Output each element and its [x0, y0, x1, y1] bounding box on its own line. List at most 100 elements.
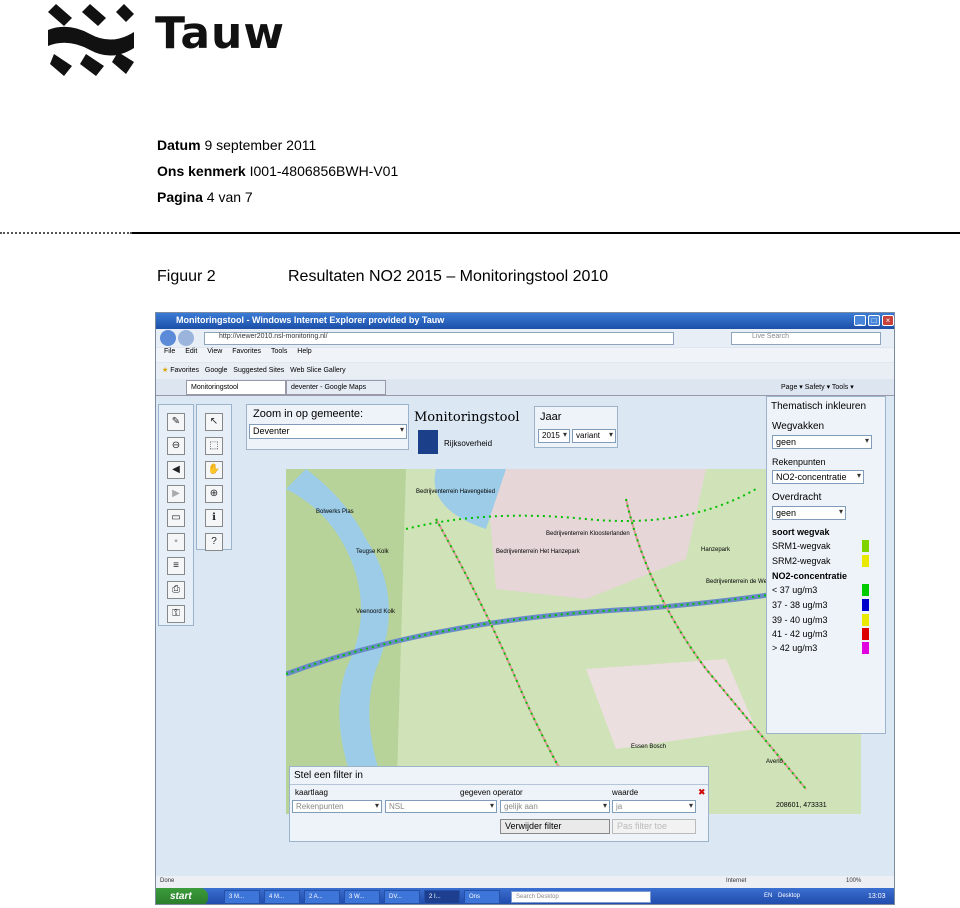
cmd-tools[interactable]: Tools — [832, 384, 848, 391]
zoom-level[interactable]: 100% — [846, 878, 861, 884]
legend-panel: Thematisch inkleuren Wegvakken geen Reke… — [766, 396, 886, 734]
gegeven-select[interactable]: NSL — [385, 800, 497, 813]
task-item-2[interactable]: 4 M... — [264, 890, 300, 904]
conc-2-swatch — [862, 599, 869, 611]
legend-title: Thematisch inkleuren — [771, 401, 867, 412]
lock-icon[interactable]: ⚿ — [167, 605, 185, 623]
zoom-in-icon[interactable]: ⊕ — [205, 485, 223, 503]
col-waarde: waarde — [612, 788, 639, 797]
help-icon[interactable]: ? — [205, 533, 223, 551]
apply-filter-button[interactable]: Pas filter toe — [612, 819, 696, 834]
figure-label: Figuur 2 — [157, 268, 216, 285]
task-item-7[interactable]: Ons — [464, 890, 500, 904]
back-icon[interactable] — [160, 330, 176, 346]
task-item-6[interactable]: 2 I... — [424, 890, 460, 904]
back-arrow-icon[interactable]: ◀ — [167, 461, 185, 479]
star-icon: ★ — [162, 367, 169, 374]
page-content: ✎ ⊖ ◀ ▶ ▭ ▪ ≡ ⎙ ⚿ ↖ ⬚ ✋ ⊕ ℹ ? Zoom in op… — [156, 396, 894, 876]
map-label-havengebied: Bedrijventerrein Havengebied — [416, 489, 496, 495]
conc-label: NO2-concentratie — [772, 571, 848, 581]
pan-hand-icon[interactable]: ✋ — [205, 461, 223, 479]
cmd-page[interactable]: Page — [781, 384, 797, 391]
waarde-select[interactable]: ja — [612, 800, 696, 813]
kenmerk-line: Ons kenmerk I001-4806856BWH-V01 — [157, 163, 399, 179]
task-item-4[interactable]: 3 W... — [344, 890, 380, 904]
favorites-bar: ★ Favorites Google Suggested Sites Web S… — [156, 363, 894, 379]
edit-icon[interactable]: ✎ — [167, 413, 185, 431]
search-input[interactable]: Live Search — [731, 332, 881, 345]
cmd-safety[interactable]: Safety — [805, 384, 825, 391]
variant-select[interactable]: variant — [572, 429, 616, 443]
minimize-button[interactable]: _ — [854, 315, 866, 326]
select-box-icon[interactable]: ⬚ — [205, 437, 223, 455]
page-icon[interactable]: ▭ — [167, 509, 185, 527]
col-operator: gegeven operator — [460, 788, 523, 797]
status-text: Done — [160, 878, 175, 884]
rekenpunten-select[interactable]: NO2-concentratie — [772, 470, 864, 484]
conc-3-swatch — [862, 614, 869, 626]
status-zone: Internet — [726, 878, 747, 884]
jaar-label: Jaar — [540, 411, 562, 423]
language-indicator[interactable]: EN — [764, 893, 772, 899]
menu-tools[interactable]: Tools — [271, 348, 287, 355]
forward-icon[interactable] — [178, 330, 194, 346]
menu-help[interactable]: Help — [297, 348, 311, 355]
address-input[interactable]: http://viewer2010.nsl-monitoring.nl/ — [204, 332, 674, 345]
datum-line: Datum 9 september 2011 — [157, 137, 317, 153]
filter-panel: Stel een filter in kaartlaag gegeven ope… — [289, 766, 709, 842]
menu-bar: File Edit View Favorites Tools Help — [156, 348, 894, 362]
menu-edit[interactable]: Edit — [185, 348, 197, 355]
task-item-3[interactable]: 2 A... — [304, 890, 340, 904]
rekenpunten-label: Rekenpunten — [772, 457, 826, 467]
srm1-swatch — [862, 540, 869, 552]
remove-row-icon[interactable]: ✖ — [698, 787, 706, 798]
menu-file[interactable]: File — [164, 348, 175, 355]
conc-4-label: 41 - 42 ug/m3 — [772, 629, 828, 639]
gemeente-select[interactable]: Deventer — [249, 424, 407, 439]
fav-google[interactable]: Google — [205, 367, 228, 374]
kaartlaag-select[interactable]: Rekenpunten — [292, 800, 382, 813]
map-label-bolwerks: Bolwerks Plas — [316, 509, 354, 515]
forward-arrow-icon[interactable]: ▶ — [167, 485, 185, 503]
remove-filter-button[interactable]: Verwijder filter — [500, 819, 610, 834]
operator-select[interactable]: gelijk aan — [500, 800, 610, 813]
desktop-toolbar[interactable]: Desktop — [778, 893, 800, 899]
browser-screenshot: Monitoringstool - Windows Internet Explo… — [155, 312, 895, 905]
taskbar: start 3 M... 4 M... 2 A... 3 W... DV... … — [156, 888, 894, 904]
pointer-icon[interactable]: ↖ — [205, 413, 223, 431]
info-icon[interactable]: ℹ — [205, 509, 223, 527]
task-item-1[interactable]: 3 M... — [224, 890, 260, 904]
figure-title: Resultaten NO2 2015 – Monitoringstool 20… — [288, 268, 609, 285]
start-button[interactable]: start — [156, 888, 208, 904]
task-item-5[interactable]: DV... — [384, 890, 420, 904]
zoom-out-icon[interactable]: ⊖ — [167, 437, 185, 455]
tauw-logo-icon — [48, 4, 134, 76]
maximize-button[interactable]: □ — [868, 315, 880, 326]
pagina-line: Pagina 4 van 7 — [157, 189, 253, 205]
conc-1-swatch — [862, 584, 869, 596]
fav-suggested[interactable]: Suggested Sites — [233, 367, 284, 374]
menu-view[interactable]: View — [207, 348, 222, 355]
wegvakken-select[interactable]: geen — [772, 435, 872, 449]
separator-solid — [132, 232, 960, 234]
logo-sub: Rijksoverheid — [444, 439, 493, 448]
clock: 13:03 — [868, 893, 886, 900]
overdracht-label: Overdracht — [772, 492, 822, 503]
map-label-teugse: Teugse Kolk — [356, 549, 389, 555]
save-icon[interactable]: ▪ — [167, 533, 185, 551]
fav-webslice[interactable]: Web Slice Gallery — [290, 367, 346, 374]
desktop-search-input[interactable]: Search Desktop — [511, 891, 651, 903]
overdracht-select[interactable]: geen — [772, 506, 846, 520]
filter-icon[interactable]: ≡ — [167, 557, 185, 575]
tab-monitoringstool[interactable]: Monitoringstool — [186, 380, 286, 395]
jaar-select[interactable]: 2015 — [538, 429, 570, 443]
print-icon[interactable]: ⎙ — [167, 581, 185, 599]
close-button[interactable]: × — [882, 315, 894, 326]
menu-favorites[interactable]: Favorites — [232, 348, 261, 355]
fav-favorites[interactable]: Favorites — [170, 367, 199, 374]
brand-name: Tauw — [155, 8, 286, 59]
tab-google-maps[interactable]: deventer - Google Maps — [286, 380, 386, 395]
filter-divider — [290, 784, 708, 785]
srm2-label: SRM2-wegvak — [772, 556, 831, 566]
separator-dotted — [0, 232, 132, 234]
